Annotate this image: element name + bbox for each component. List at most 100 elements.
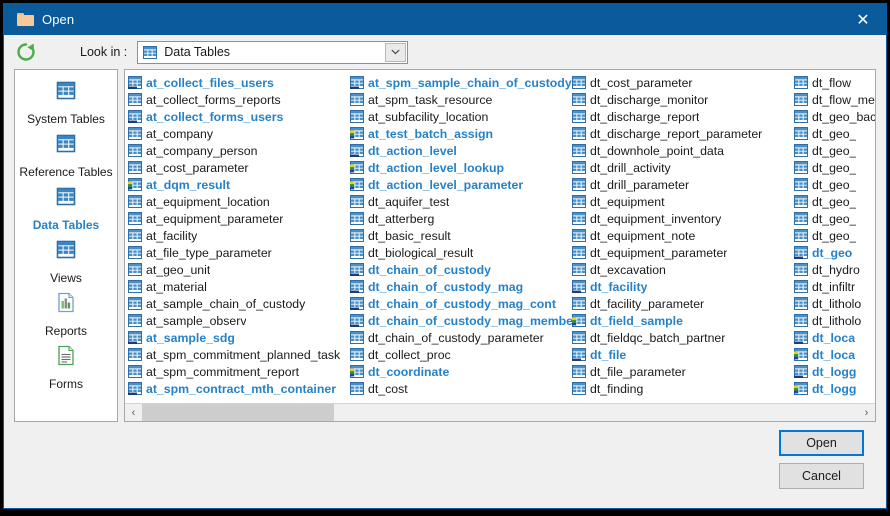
list-item[interactable]: at_spm_sample_chain_of_custody <box>350 74 572 91</box>
list-item-label: at_cost_parameter <box>146 160 249 175</box>
list-item[interactable]: at_file_type_parameter <box>128 244 350 261</box>
list-item[interactable]: dt_flow_measurement <box>794 91 875 108</box>
list-item[interactable]: dt_equipment_note <box>572 227 794 244</box>
list-item[interactable]: dt_fieldqc_batch_partner <box>572 329 794 346</box>
list-item-label: dt_field_sample <box>590 313 683 328</box>
list-item[interactable]: at_test_batch_assign <box>350 125 572 142</box>
list-item[interactable]: at_company <box>128 125 350 142</box>
list-item[interactable]: dt_action_level <box>350 142 572 159</box>
list-item[interactable]: at_facility <box>128 227 350 244</box>
list-item[interactable]: at_spm_commitment_report <box>128 363 350 380</box>
list-item[interactable]: dt_geo_ <box>794 176 875 193</box>
list-item[interactable]: dt_chain_of_custody <box>350 261 572 278</box>
list-item[interactable]: dt_drill_parameter <box>572 176 794 193</box>
list-item[interactable]: at_material <box>128 278 350 295</box>
list-item[interactable]: dt_equipment_parameter <box>572 244 794 261</box>
list-item[interactable]: dt_excavation <box>572 261 794 278</box>
list-item[interactable]: dt_chain_of_custody_parameter <box>350 329 572 346</box>
list-item[interactable]: at_sample_observ <box>128 312 350 329</box>
list-item[interactable]: dt_finding <box>572 380 794 397</box>
list-item[interactable]: dt_geo_ <box>794 125 875 142</box>
list-item[interactable]: dt_facility <box>572 278 794 295</box>
sidebar-item-data-tables[interactable]: Data Tables <box>15 182 117 233</box>
list-item[interactable]: at_equipment_location <box>128 193 350 210</box>
horizontal-scrollbar[interactable]: ‹ › <box>125 403 875 421</box>
list-item[interactable]: at_spm_commitment_planned_task <box>128 346 350 363</box>
list-item[interactable]: dt_infiltr <box>794 278 875 295</box>
list-item[interactable]: dt_atterberg <box>350 210 572 227</box>
list-item-label: at_geo_unit <box>146 262 211 277</box>
list-item[interactable]: at_sample_chain_of_custody <box>128 295 350 312</box>
list-item[interactable]: at_equipment_parameter <box>128 210 350 227</box>
list-item[interactable]: dt_geo_ <box>794 210 875 227</box>
list-item[interactable]: dt_aquifer_test <box>350 193 572 210</box>
list-item[interactable]: dt_action_level_parameter <box>350 176 572 193</box>
scroll-right-icon[interactable]: › <box>858 404 875 421</box>
list-item[interactable]: dt_chain_of_custody_mag <box>350 278 572 295</box>
list-item[interactable]: dt_basic_result <box>350 227 572 244</box>
list-item[interactable]: dt_litholo <box>794 312 875 329</box>
list-item[interactable]: dt_logg <box>794 380 875 397</box>
sidebar-item-views[interactable]: Views <box>15 235 117 286</box>
sidebar-item-reports[interactable]: Reports <box>15 288 117 339</box>
list-item[interactable]: at_subfacility_location <box>350 108 572 125</box>
list-item[interactable]: dt_geo_ <box>794 227 875 244</box>
list-item[interactable]: dt_discharge_report <box>572 108 794 125</box>
list-item[interactable]: dt_drill_activity <box>572 159 794 176</box>
list-item-label: dt_flow <box>812 75 851 90</box>
list-item[interactable]: at_geo_unit <box>128 261 350 278</box>
scrollbar-track[interactable] <box>142 404 858 421</box>
list-item[interactable]: dt_chain_of_custody_mag_cont <box>350 295 572 312</box>
list-item[interactable]: dt_litholo <box>794 295 875 312</box>
list-item-label: dt_coordinate <box>368 364 450 379</box>
list-item[interactable]: dt_chain_of_custody_mag_member <box>350 312 572 329</box>
list-item[interactable]: dt_geo_backfill <box>794 108 875 125</box>
scroll-left-icon[interactable]: ‹ <box>125 404 142 421</box>
open-button[interactable]: Open <box>779 430 864 456</box>
close-icon[interactable]: ✕ <box>840 4 886 35</box>
list-item[interactable]: dt_file_parameter <box>572 363 794 380</box>
list-item[interactable]: dt_flow <box>794 74 875 91</box>
list-item[interactable]: dt_downhole_point_data <box>572 142 794 159</box>
list-item[interactable]: at_cost_parameter <box>128 159 350 176</box>
cancel-button[interactable]: Cancel <box>779 463 864 489</box>
list-item[interactable]: at_collect_files_users <box>128 74 350 91</box>
file-list[interactable]: at_collect_files_users at_collect_forms_r… <box>125 70 875 403</box>
list-item[interactable]: dt_field_sample <box>572 312 794 329</box>
list-item[interactable]: dt_discharge_report_parameter <box>572 125 794 142</box>
list-item[interactable]: dt_cost <box>350 380 572 397</box>
list-item[interactable]: dt_equipment <box>572 193 794 210</box>
list-item[interactable]: at_dqm_result <box>128 176 350 193</box>
list-item[interactable]: dt_action_level_lookup <box>350 159 572 176</box>
chevron-down-icon[interactable] <box>385 42 407 62</box>
list-item[interactable]: dt_cost_parameter <box>572 74 794 91</box>
list-item[interactable]: at_collect_forms_reports <box>128 91 350 108</box>
list-item[interactable]: dt_coordinate <box>350 363 572 380</box>
list-item[interactable]: dt_file <box>572 346 794 363</box>
list-item[interactable]: dt_geo <box>794 244 875 261</box>
sidebar-item-forms[interactable]: Forms <box>15 341 117 392</box>
look-in-combo[interactable]: Data Tables <box>137 40 409 64</box>
sidebar-item-reference-tables[interactable]: Reference Tables <box>15 129 117 180</box>
list-item[interactable]: dt_geo_ <box>794 193 875 210</box>
refresh-icon[interactable] <box>14 40 38 64</box>
list-item[interactable]: dt_geo_ <box>794 159 875 176</box>
list-item[interactable]: dt_facility_parameter <box>572 295 794 312</box>
scrollbar-thumb[interactable] <box>142 404 334 421</box>
list-item[interactable]: at_spm_contract_mth_container <box>128 380 350 397</box>
list-item[interactable]: dt_logg <box>794 363 875 380</box>
sidebar-item-system-tables[interactable]: System Tables <box>15 76 117 127</box>
list-item[interactable]: at_sample_sdg <box>128 329 350 346</box>
list-item[interactable]: dt_equipment_inventory <box>572 210 794 227</box>
list-item[interactable]: at_company_person <box>128 142 350 159</box>
list-item[interactable]: dt_loca <box>794 346 875 363</box>
list-item[interactable]: at_collect_forms_users <box>128 108 350 125</box>
list-item[interactable]: dt_collect_proc <box>350 346 572 363</box>
list-item[interactable]: at_spm_task_resource <box>350 91 572 108</box>
table-icon <box>350 212 364 225</box>
list-item[interactable]: dt_biological_result <box>350 244 572 261</box>
list-item[interactable]: dt_hydro <box>794 261 875 278</box>
list-item[interactable]: dt_geo_ <box>794 142 875 159</box>
list-item[interactable]: dt_discharge_monitor <box>572 91 794 108</box>
list-item[interactable]: dt_loca <box>794 329 875 346</box>
